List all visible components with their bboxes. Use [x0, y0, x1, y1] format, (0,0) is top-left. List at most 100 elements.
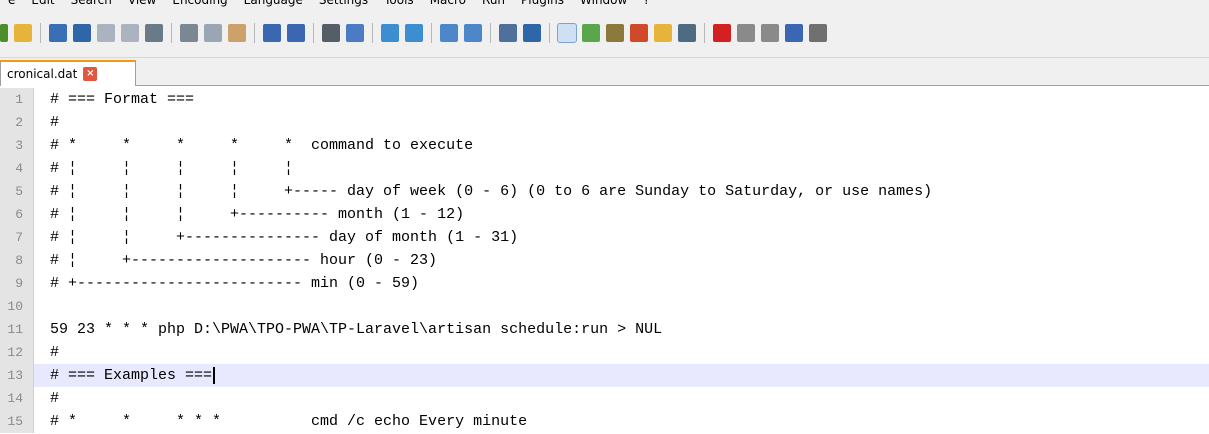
line-text: # === Format ===: [50, 91, 195, 108]
menu-item[interactable]: View: [120, 0, 164, 7]
folder-icon[interactable]: [654, 23, 672, 42]
undo-icon[interactable]: [263, 23, 281, 42]
fold-margin: [34, 249, 50, 272]
toolbar-separator: [171, 22, 172, 43]
editor-line[interactable]: 12 #: [0, 341, 1209, 364]
line-text: # ¦ +-------------------- hour (0 - 23): [50, 252, 438, 269]
fold-margin: [34, 203, 50, 226]
editor-line[interactable]: 6 # ¦ ¦ ¦ +---------- month (1 - 12): [0, 203, 1209, 226]
menu-item[interactable]: Search: [63, 0, 120, 7]
paste-icon[interactable]: [228, 23, 246, 42]
line-text: 59 23 * * * php D:\PWA\TPO-PWA\TP-Larave…: [50, 321, 663, 338]
line-number: 14: [0, 387, 34, 410]
indent-guide-icon[interactable]: [557, 22, 577, 43]
run-macro-multiple-icon[interactable]: [785, 23, 803, 42]
line-text: #: [50, 390, 60, 407]
record-macro-icon[interactable]: [713, 23, 731, 42]
play-macro-icon[interactable]: [761, 23, 779, 42]
close-all-icon[interactable]: [121, 23, 139, 42]
editor-line[interactable]: 8 # ¦ +-------------------- hour (0 - 23): [0, 249, 1209, 272]
menu-item[interactable]: Run: [474, 0, 513, 7]
sync-vertical-icon[interactable]: [440, 23, 458, 42]
editor-line[interactable]: 3 # * * * * * command to execute: [0, 134, 1209, 157]
line-text: # === Examples ===: [50, 367, 213, 384]
stop-record-icon[interactable]: [737, 23, 755, 42]
editor-line[interactable]: 10: [0, 295, 1209, 318]
editor-line[interactable]: 15 # * * * * * cmd /c echo Every minute: [0, 410, 1209, 433]
menu-item[interactable]: ?: [635, 0, 657, 7]
editor-line[interactable]: 9 # +------------------------- min (0 - 5…: [0, 272, 1209, 295]
line-text: #: [50, 114, 60, 131]
line-number: 10: [0, 295, 34, 318]
fold-margin: [34, 111, 50, 134]
toolbar-separator: [704, 22, 705, 43]
tab-label: cronical.dat: [7, 67, 78, 81]
menu-item[interactable]: Edit: [23, 0, 62, 7]
fold-margin: [34, 88, 50, 111]
editor[interactable]: 1 # === Format === 2 #3 # * * * * * command …: [0, 88, 1209, 434]
menu-item[interactable]: Encoding: [164, 0, 235, 7]
sync-horizontal-icon[interactable]: [464, 23, 482, 42]
tab-cronical-dat[interactable]: cronical.dat ×: [0, 60, 136, 86]
cut-icon[interactable]: [180, 23, 198, 42]
line-number: 15: [0, 410, 34, 433]
toolbar-separator: [372, 22, 373, 43]
line-number: 4: [0, 157, 34, 180]
save-icon[interactable]: [49, 23, 67, 42]
redo-icon[interactable]: [287, 23, 305, 42]
find-icon[interactable]: [322, 23, 340, 42]
menu-item[interactable]: Macro: [422, 0, 474, 7]
doc-map-icon[interactable]: [582, 23, 600, 42]
line-text: # * * * * * command to execute: [50, 137, 474, 154]
tab-close-icon[interactable]: ×: [83, 67, 98, 81]
monitoring-icon[interactable]: [678, 23, 696, 42]
function-list-icon[interactable]: [606, 23, 624, 42]
editor-line[interactable]: 14 #: [0, 387, 1209, 410]
folder-workspace-icon[interactable]: [630, 23, 648, 42]
line-text: # +------------------------- min (0 - 59…: [50, 275, 420, 292]
line-number: 9: [0, 272, 34, 295]
menu-item[interactable]: Tools: [376, 0, 422, 7]
print-icon[interactable]: [145, 23, 163, 42]
toolbar-separator: [549, 22, 550, 43]
fold-margin: [34, 341, 50, 364]
close-icon[interactable]: [97, 23, 115, 42]
save-all-icon[interactable]: [73, 23, 91, 42]
line-number: 5: [0, 180, 34, 203]
zoom-out-icon[interactable]: [405, 23, 423, 42]
word-wrap-icon[interactable]: [499, 23, 517, 42]
replace-icon[interactable]: [346, 23, 364, 42]
fold-margin: [34, 272, 50, 295]
editor-line[interactable]: 11 59 23 * * * php D:\PWA\TPO-PWA\TP-Lara…: [0, 318, 1209, 341]
menu-item[interactable]: e: [0, 0, 23, 7]
editor-line[interactable]: 1 # === Format ===: [0, 88, 1209, 111]
toolbar-separator: [490, 22, 491, 43]
line-number: 11: [0, 318, 34, 341]
menu-item[interactable]: Settings: [311, 0, 376, 7]
editor-line[interactable]: 4 # ¦ ¦ ¦ ¦ ¦: [0, 157, 1209, 180]
fold-margin: [34, 410, 50, 433]
menu-item[interactable]: Window: [572, 0, 635, 7]
line-text: # ¦ ¦ ¦ ¦ +----- day of week (0 - 6) (0 …: [50, 183, 933, 200]
show-all-chars-icon[interactable]: [523, 23, 541, 42]
editor-line[interactable]: 5 # ¦ ¦ ¦ ¦ +----- day of week (0 - 6) (0…: [0, 180, 1209, 203]
line-number: 13: [0, 364, 34, 387]
toolbar-separator: [254, 22, 255, 43]
toolbar-separator: [313, 22, 314, 43]
editor-line[interactable]: 13 # === Examples ===: [0, 364, 1209, 387]
menu-item[interactable]: Plugins: [513, 0, 572, 7]
copy-icon[interactable]: [204, 23, 222, 42]
line-number: 12: [0, 341, 34, 364]
tab-bar: cronical.dat ×: [0, 58, 1209, 86]
editor-line[interactable]: 7 # ¦ ¦ +--------------- day of month (1 …: [0, 226, 1209, 249]
new-file-icon[interactable]: [0, 23, 8, 42]
menu-item[interactable]: Language: [236, 0, 311, 7]
zoom-in-icon[interactable]: [381, 23, 399, 42]
fold-margin: [34, 364, 50, 387]
save-macro-icon[interactable]: [809, 23, 827, 42]
editor-line[interactable]: 2 #: [0, 111, 1209, 134]
line-text: #: [50, 344, 60, 361]
open-file-icon[interactable]: [14, 23, 32, 42]
fold-margin: [34, 295, 50, 318]
line-text: # * * * * * cmd /c echo Every minute: [50, 413, 528, 430]
